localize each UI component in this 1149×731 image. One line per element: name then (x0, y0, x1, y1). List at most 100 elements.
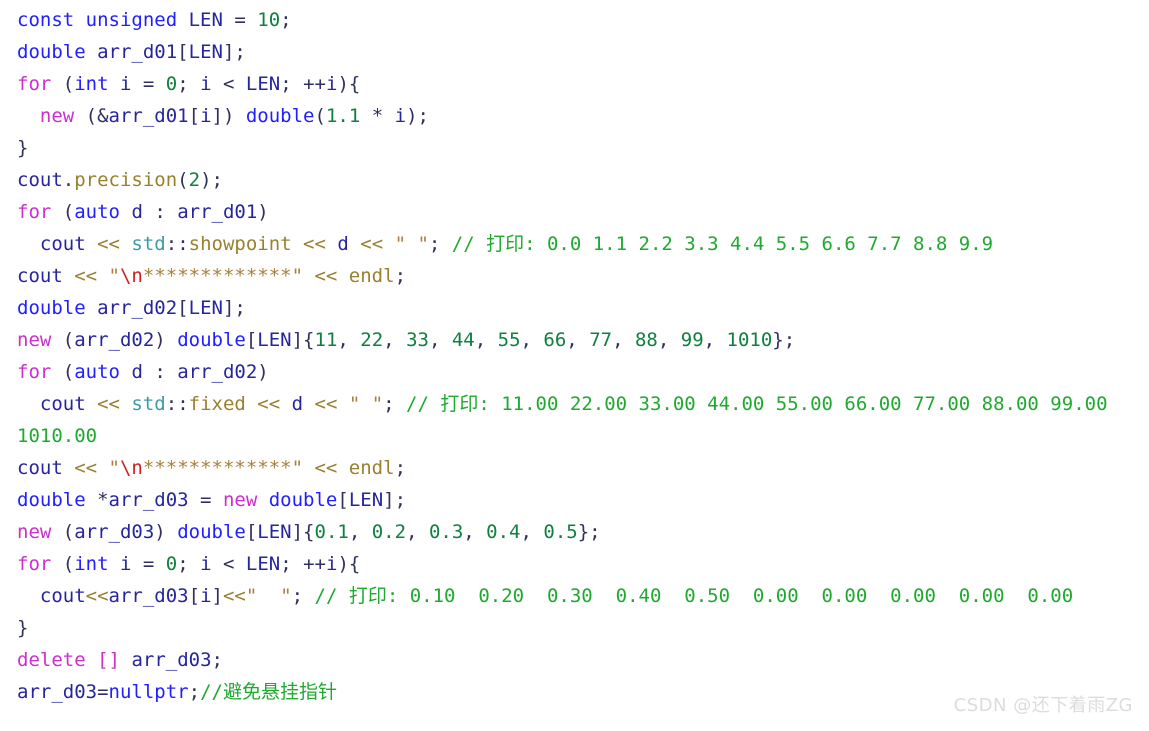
code-token: const unsigned (17, 9, 178, 31)
code-token: ; (428, 233, 452, 255)
code-token: for (17, 361, 52, 383)
code-token: }; (772, 329, 796, 351)
code-token: double (268, 489, 338, 511)
code-token: = (188, 489, 223, 511)
code-line-9: cout << "\n*************" << endl; (0, 260, 1149, 292)
code-token: LEN (348, 489, 384, 511)
code-line-2: double arr_d01[LEN]; (0, 36, 1149, 68)
code-token: , (657, 329, 681, 351)
code-token: << (222, 585, 246, 607)
code-line-11: new (arr_d02) double[LEN]{11, 22, 33, 44… (0, 324, 1149, 356)
code-token: , (406, 521, 429, 543)
code-token: for (17, 201, 52, 223)
code-token: LEN (245, 73, 281, 95)
code-line-18: for (int i = 0; i < LEN; ++i){ (0, 548, 1149, 580)
code-token: endl (348, 265, 395, 287)
code-token: arr_d01 (108, 105, 189, 127)
code-token: , (348, 521, 372, 543)
code-token: << (85, 393, 132, 415)
code-token: int (74, 73, 109, 95)
code-token: 0 (165, 73, 178, 95)
code-token: cout (39, 393, 86, 415)
code-token: " (108, 457, 120, 479)
code-line-6: cout.precision(2); (0, 164, 1149, 196)
code-token: , (383, 329, 407, 351)
code-token: ; (177, 553, 201, 575)
code-token: i (394, 105, 407, 127)
code-token: for (17, 553, 52, 575)
code-token: << (85, 233, 132, 255)
code-token: d (291, 393, 304, 415)
code-token: double (177, 329, 246, 351)
code-token: ; (394, 265, 407, 287)
code-line-1: const unsigned LEN = 10; (0, 4, 1149, 36)
code-token: // 打印: 11.00 22.00 33.00 44.00 55.00 66.… (406, 393, 1108, 415)
code-token: :: (165, 393, 189, 415)
code-token: ) (257, 201, 269, 223)
code-token: [ (177, 41, 189, 63)
code-token: " (108, 265, 120, 287)
code-token: ) (154, 521, 178, 543)
code-token: cout (39, 233, 86, 255)
code-token: 0.3 (428, 521, 464, 543)
code-token: = (97, 681, 109, 703)
code-token: ( (314, 105, 326, 127)
code-token: << (62, 265, 109, 287)
code-token: 88 (634, 329, 658, 351)
code-token: , (703, 329, 727, 351)
code-token: ; (211, 649, 223, 671)
code-token: ] (211, 585, 223, 607)
code-token: ; (188, 681, 201, 703)
code-token: endl (348, 457, 395, 479)
code-token: , (463, 521, 487, 543)
code-token: ( (51, 553, 75, 575)
code-token: 0.4 (486, 521, 521, 543)
code-token: std (131, 233, 166, 255)
code-token: i (120, 553, 132, 575)
code-token: ( (51, 329, 75, 351)
code-token: //避免悬挂指针 (200, 681, 337, 703)
code-token: } (17, 137, 29, 159)
code-line-16: double *arr_d03 = new double[LEN]; (0, 484, 1149, 516)
code-token: 77 (589, 329, 613, 351)
code-token: 1010 (726, 329, 773, 351)
code-token: d (131, 361, 143, 383)
code-token: new (17, 329, 52, 351)
code-token: , (474, 329, 498, 351)
code-token: i (200, 553, 212, 575)
code-token: 0.5 (543, 521, 578, 543)
code-token: arr_d03 (17, 681, 98, 703)
code-token: arr_d01 (177, 201, 258, 223)
code-token: [ (188, 105, 201, 127)
code-line-20: } (0, 612, 1149, 644)
code-token: i (200, 105, 212, 127)
code-token: delete (17, 649, 86, 671)
code-line-8: cout << std::showpoint << d << " "; // 打… (0, 228, 1149, 260)
code-token: i (326, 73, 338, 95)
code-token: ]; (383, 489, 407, 511)
code-token: , (612, 329, 635, 351)
code-token: , (428, 329, 452, 351)
code-token: arr_d03 (108, 585, 189, 607)
code-token: ){ (337, 73, 361, 95)
code-token: << (303, 457, 349, 479)
code-token: ; ++ (280, 73, 326, 95)
code-line-10: double arr_d02[LEN]; (0, 292, 1149, 324)
code-token: LEN (188, 9, 223, 31)
code-token: ); (200, 169, 223, 191)
code-token: fixed (188, 393, 246, 415)
code-token: arr_d02 (97, 297, 178, 319)
code-token: // 打印: 0.10 0.20 0.30 0.40 0.50 0.00 0.0… (314, 585, 1074, 607)
code-token: double (177, 521, 246, 543)
code-token: , (337, 329, 361, 351)
code-token: double (17, 297, 86, 319)
code-token: arr_d02 (177, 361, 258, 383)
code-token: (& (74, 105, 109, 127)
